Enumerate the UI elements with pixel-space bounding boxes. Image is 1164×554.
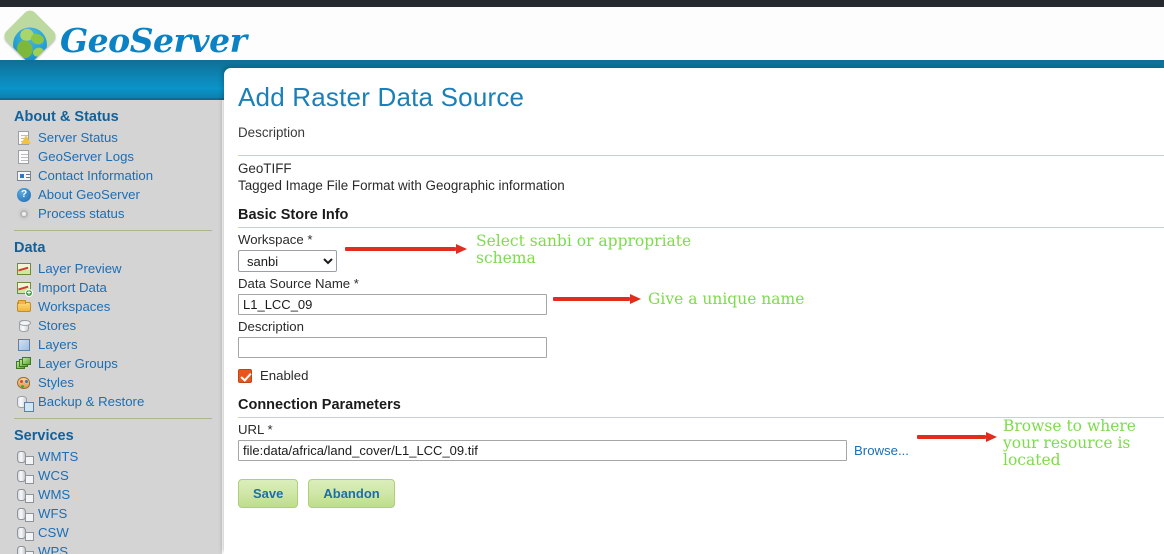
- store-description-label: Description: [238, 319, 304, 334]
- annotation-text-workspace: Select sanbi or appropriate schema: [476, 232, 692, 267]
- sidebar-item-label: GeoServer Logs: [38, 149, 135, 164]
- sidebar-item-backup-restore[interactable]: Backup & Restore: [0, 392, 222, 412]
- sidebar-item-geoserver-logs[interactable]: GeoServer Logs: [0, 147, 222, 166]
- sidebar-item-styles[interactable]: Styles: [0, 373, 222, 392]
- service-wms-icon: [16, 487, 34, 503]
- database-cylinder-icon: [16, 318, 32, 334]
- sidebar-item-label: Backup & Restore: [38, 394, 145, 409]
- sidebar-item-label: WPS: [38, 544, 69, 554]
- format-name: GeoTIFF: [238, 161, 292, 176]
- page-title: Add Raster Data Source: [238, 82, 525, 112]
- sidebar-item-contact-information[interactable]: Contact Information: [0, 166, 222, 185]
- sidebar-heading-data: Data: [14, 240, 46, 256]
- sidebar-item-label: Styles: [38, 375, 74, 390]
- sidebar-item-wms[interactable]: WMS: [0, 485, 222, 504]
- server-status-icon: [16, 130, 32, 146]
- layer-stack-icon: [16, 356, 32, 372]
- sidebar-item-wcs[interactable]: WCS: [0, 466, 222, 485]
- info-circle-icon: ?: [16, 187, 32, 203]
- sidebar-item-layers[interactable]: Layers: [0, 335, 222, 354]
- abandon-button[interactable]: Abandon: [308, 479, 395, 508]
- save-button[interactable]: Save: [238, 479, 299, 508]
- sidebar-item-wps[interactable]: WPS: [0, 542, 222, 554]
- sidebar-item-label: Layer Preview: [38, 261, 122, 276]
- sidebar-item-about-geoserver[interactable]: ? About GeoServer: [0, 185, 222, 204]
- sidebar-item-wmts[interactable]: WMTS: [0, 447, 222, 466]
- workspace-select[interactable]: sanbi: [238, 250, 337, 272]
- main-content-panel: Add Raster Data Source Description GeoTI…: [224, 68, 1164, 554]
- sidebar-item-label: Layers: [38, 337, 78, 352]
- sidebar-item-label: WMTS: [38, 449, 79, 464]
- service-wps-icon: [16, 544, 34, 554]
- sidebar-item-workspaces[interactable]: Workspaces: [0, 297, 222, 316]
- sidebar-item-label: Stores: [38, 318, 77, 333]
- sidebar-item-wfs[interactable]: WFS: [0, 504, 222, 523]
- folder-icon: [16, 299, 32, 315]
- service-wmts-icon: [16, 449, 34, 465]
- sidebar-divider: [14, 230, 212, 231]
- sidebar-item-label: Layer Groups: [38, 356, 118, 371]
- sidebar-item-layer-groups[interactable]: Layer Groups: [0, 354, 222, 373]
- layer-square-icon: [16, 337, 32, 353]
- sidebar-item-label: About GeoServer: [38, 187, 140, 202]
- sidebar-item-label: Workspaces: [38, 299, 111, 314]
- sidebar-item-stores[interactable]: Stores: [0, 316, 222, 335]
- sidebar-item-label: WCS: [38, 468, 69, 483]
- store-description-input[interactable]: [238, 337, 547, 358]
- palette-icon: [16, 375, 32, 391]
- annotation-arrow-browse: [917, 432, 997, 442]
- sidebar-item-label: Server Status: [38, 130, 118, 145]
- service-csw-icon: [16, 525, 34, 541]
- map-import-icon: +: [16, 280, 33, 297]
- sidebar: About & Status Server Status GeoServer L…: [0, 100, 222, 554]
- sidebar-item-label: Contact Information: [38, 168, 154, 183]
- annotation-arrow-data-source-name: [553, 294, 641, 304]
- gear-icon: [16, 206, 32, 222]
- sidebar-heading-services: Services: [14, 428, 74, 444]
- sidebar-item-csw[interactable]: CSW: [0, 523, 222, 542]
- connection-parameters-title: Connection Parameters: [238, 397, 401, 413]
- sidebar-item-label: Import Data: [38, 280, 107, 295]
- data-source-name-input[interactable]: [238, 294, 547, 315]
- enabled-checkbox-row[interactable]: Enabled: [236, 358, 1152, 383]
- sidebar-item-layer-preview[interactable]: Layer Preview: [0, 259, 222, 278]
- sidebar-item-import-data[interactable]: + Import Data: [0, 278, 222, 297]
- backup-restore-icon: [16, 394, 34, 412]
- basic-store-info-title: Basic Store Info: [238, 207, 349, 223]
- sidebar-heading-about-status: About & Status: [14, 109, 119, 125]
- format-description: Tagged Image File Format with Geographic…: [238, 178, 565, 193]
- geoserver-globe-logo-icon[interactable]: [1, 7, 59, 65]
- brand-title[interactable]: GeoServer: [60, 21, 247, 60]
- contact-card-icon: [16, 168, 32, 184]
- browse-link[interactable]: Browse...: [854, 443, 909, 458]
- sidebar-item-label: WFS: [38, 506, 68, 521]
- map-preview-icon: [16, 261, 32, 277]
- enabled-checkbox[interactable]: [238, 368, 252, 383]
- annotation-arrow-workspace: [345, 244, 467, 254]
- annotation-text-browse: Browse to where your resource is located: [1003, 417, 1136, 469]
- annotation-text-data-source-name: Give a unique name: [648, 290, 805, 308]
- sidebar-item-process-status[interactable]: Process status: [0, 204, 222, 223]
- sidebar-item-label: CSW: [38, 525, 69, 540]
- description-label: Description: [238, 125, 305, 140]
- enabled-label: Enabled: [260, 368, 309, 383]
- sidebar-divider: [14, 418, 212, 419]
- url-input[interactable]: [238, 440, 847, 461]
- sidebar-item-server-status[interactable]: Server Status: [0, 128, 222, 147]
- service-wcs-icon: [16, 468, 34, 484]
- app-header: GeoServer: [0, 7, 1164, 65]
- top-dark-bar: [0, 0, 1164, 7]
- service-wfs-icon: [16, 506, 34, 522]
- sidebar-item-label: WMS: [38, 487, 71, 502]
- logs-document-icon: [16, 149, 32, 165]
- sidebar-item-label: Process status: [38, 206, 125, 221]
